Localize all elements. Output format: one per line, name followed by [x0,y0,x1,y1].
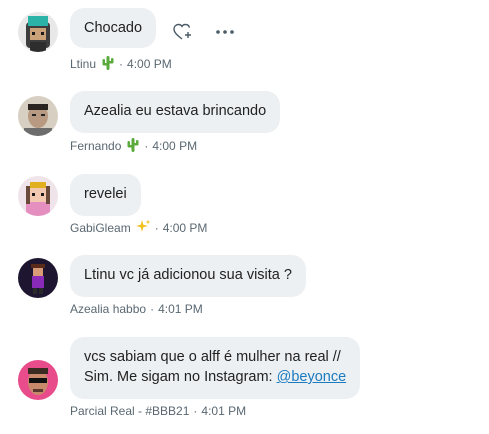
avatar[interactable] [18,176,58,216]
sparkles-icon [135,219,151,237]
message-meta: Parcial Real - #BBB21 · 4:01 PM [70,404,246,418]
message-meta: Fernando · 4:00 PM [70,137,197,155]
avatar[interactable] [18,96,58,136]
message-time: 4:01 PM [158,302,203,316]
avatar[interactable] [18,258,58,298]
message-meta: Ltinu · 4:00 PM [70,55,172,73]
message-text: Sim. Me sigam no Instagram: [84,369,277,385]
message-time: 4:00 PM [162,221,208,235]
message-time: 4:01 PM [201,404,247,418]
cactus-icon [101,55,115,73]
avatar[interactable] [18,12,58,52]
message-text: Ltinu vc já adicionou sua visita ? [84,267,292,283]
message-actions [172,21,236,43]
meta-separator: · [154,221,159,235]
avatar[interactable] [18,360,58,400]
meta-separator: · [119,57,124,71]
message-bubble[interactable]: revelei [70,174,141,216]
author-name[interactable]: Parcial Real - #BBB21 [70,404,189,418]
message-bubble[interactable]: vcs sabiam que o alff é mulher na real /… [70,337,361,399]
mention-link[interactable]: @beyonce [277,369,347,385]
message-time: 4:00 PM [127,57,172,71]
meta-separator: · [144,139,149,153]
cactus-icon [126,137,140,155]
meta-separator: · [150,302,155,316]
message-bubble[interactable]: Chocado [70,8,157,48]
message-bubble[interactable]: Ltinu vc já adicionou sua visita ? [70,255,306,297]
author-name[interactable]: Fernando [70,139,121,153]
message-bubble[interactable]: Azealia eu estava brincando [70,91,281,133]
author-name[interactable]: GabiGleam [70,221,131,235]
message-text-line: Sim. Me sigam no Instagram: @beyonce [84,367,346,387]
author-name[interactable]: Ltinu [70,57,96,71]
message-meta: GabiGleam · 4:00 PM [70,219,207,237]
message-text-line: vcs sabiam que o alff é mulher na real /… [84,349,341,365]
more-options-icon[interactable] [214,21,236,43]
author-name[interactable]: Azealia habbo [70,302,146,316]
message-text: Chocado [84,20,143,36]
message-time: 4:00 PM [152,139,198,153]
message-text: Azealia eu estava brincando [84,103,267,119]
message-meta: Azealia habbo · 4:01 PM [70,302,203,316]
add-reaction-icon[interactable] [172,21,194,43]
meta-separator: · [193,404,198,418]
message-text: revelei [84,186,127,202]
